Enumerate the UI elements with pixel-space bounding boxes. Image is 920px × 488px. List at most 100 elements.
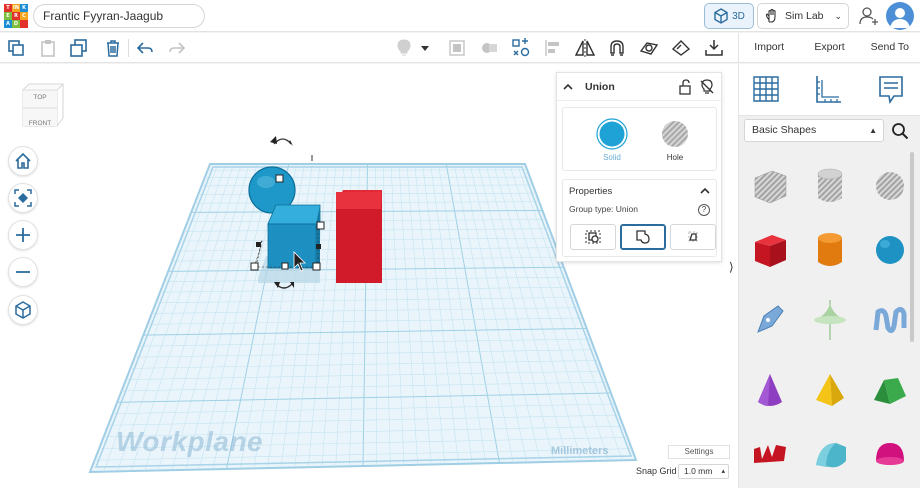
orange-cylinder-icon [818, 233, 842, 266]
import-button[interactable]: Import [739, 33, 799, 62]
workplane-settings-button[interactable]: Settings [668, 445, 730, 459]
units-label: Millimeters [551, 445, 609, 457]
ruler-corner-icon[interactable] [813, 74, 843, 104]
send-to-button[interactable]: Send To [860, 33, 920, 62]
light-bulb-button[interactable] [392, 36, 416, 60]
group-type-label: Group type: Union [569, 204, 638, 214]
user-avatar-icon [890, 8, 910, 28]
perspective-cube-icon [15, 301, 31, 319]
actions-bar: Import Export Send To [738, 33, 920, 63]
merge-shapes-icon [585, 230, 601, 244]
shape-search-button[interactable] [887, 119, 913, 142]
perspective-button[interactable] [8, 295, 38, 325]
shape-category-value: Basic Shapes [752, 124, 817, 136]
redo-button[interactable] [165, 36, 189, 60]
box-hole-icon [754, 170, 787, 204]
group-type-shape-button[interactable] [670, 224, 716, 250]
workplane-tool-button[interactable] [637, 36, 661, 60]
zoom-out-button[interactable] [8, 257, 38, 287]
group-type-union-button[interactable] [620, 224, 666, 250]
cone-shape[interactable] [746, 362, 794, 418]
text-shape[interactable] [866, 292, 914, 348]
roof-shape[interactable] [866, 362, 914, 418]
home-view-button[interactable] [8, 146, 38, 176]
viewcube-front-label: FRONT [29, 120, 51, 127]
delete-button[interactable] [101, 36, 125, 60]
light-dropdown[interactable] [418, 36, 432, 60]
ungroup-icon [482, 43, 497, 53]
cube-icon [714, 8, 728, 24]
teal-half-cylinder-icon [816, 443, 846, 468]
blue-sphere-icon [876, 236, 904, 264]
export-button[interactable]: Export [799, 33, 859, 62]
snap-grid-value: 1.0 mm [684, 466, 713, 476]
snap-grid-select[interactable]: 1.0 mm ▴ [678, 464, 729, 479]
avatar[interactable] [886, 2, 914, 30]
zoom-in-button[interactable] [8, 220, 38, 250]
help-icon[interactable]: ? [698, 204, 710, 216]
fit-view-button[interactable] [8, 183, 38, 213]
box-hole-shape[interactable] [746, 158, 794, 214]
view-cube[interactable]: TOP FRONT [20, 82, 66, 132]
mirror-icon [575, 39, 595, 57]
group-type-row: Group type: Union ? [563, 202, 716, 218]
red-box-shape[interactable] [336, 190, 382, 283]
cylinder-shape[interactable] [806, 222, 854, 278]
grid-icon[interactable] [751, 74, 781, 104]
undo-button[interactable] [133, 36, 157, 60]
magnet-button[interactable] [605, 36, 629, 60]
sphere-shape-tile[interactable] [866, 222, 914, 278]
properties-header[interactable]: Properties [563, 180, 716, 202]
edit-toolbar [0, 33, 738, 63]
project-title-field[interactable]: Frantic Fyyran-Jaagub [33, 4, 205, 28]
duplicate-button[interactable] [67, 36, 91, 60]
rotate-handle-top[interactable] [270, 136, 293, 146]
mirror-button[interactable] [573, 36, 597, 60]
chevron-up-icon[interactable] [700, 186, 710, 196]
sphere-hole-shape[interactable] [866, 158, 914, 214]
ruler-button[interactable] [669, 36, 693, 60]
add-user-icon[interactable] [858, 5, 880, 27]
cruise-button[interactable] [509, 36, 533, 60]
text-3d-shape[interactable] [746, 426, 794, 482]
hide-light-icon[interactable] [699, 78, 715, 95]
sim-lab-dropdown[interactable]: Sim Lab ⌄ [757, 3, 849, 29]
chevron-up-icon[interactable] [563, 82, 573, 92]
export-tool-button[interactable] [702, 36, 726, 60]
unlock-icon[interactable] [677, 78, 693, 95]
group-button[interactable] [445, 36, 469, 60]
align-button[interactable] [541, 36, 565, 60]
scribble-shape[interactable] [746, 292, 794, 348]
cylinder-hole-shape[interactable] [806, 158, 854, 214]
box-shape[interactable] [746, 222, 794, 278]
group-type-merge-button[interactable] [570, 224, 616, 250]
green-roof-icon [874, 378, 906, 404]
sphere-hole-icon [876, 172, 904, 200]
library-scrollbar[interactable] [910, 152, 914, 342]
ungroup-button[interactable] [477, 36, 501, 60]
solid-option[interactable]: Solid [592, 118, 632, 162]
light-bulb-icon [397, 39, 411, 56]
trash-icon [107, 40, 119, 57]
paste-button[interactable] [36, 36, 60, 60]
hole-option[interactable]: Hole [655, 118, 695, 162]
view-3d-button[interactable]: 3D [704, 3, 754, 29]
tinkercad-app: T IN K E R C A D Frantic Fyyran-Jaagub 3… [0, 0, 920, 488]
copy-button[interactable] [4, 36, 28, 60]
redo-icon [169, 42, 186, 54]
half-cylinder-shape[interactable] [806, 426, 854, 482]
panel-mode-tabs [739, 64, 920, 116]
shape-category-select[interactable]: Basic Shapes ▲ [744, 119, 884, 142]
paraboloid-shape[interactable] [806, 292, 854, 348]
hand-icon [765, 8, 776, 23]
undo-icon [136, 42, 153, 54]
tinkercad-logo[interactable]: T IN K E R C A D [4, 4, 28, 28]
union-shapes-icon [636, 230, 650, 244]
notes-icon[interactable] [876, 74, 906, 104]
solid-hole-toggle: Solid Hole [562, 107, 717, 171]
pyramid-shape[interactable] [806, 362, 854, 418]
solid-label: Solid [603, 153, 621, 162]
spinner-icon [814, 300, 846, 340]
half-sphere-shape[interactable] [866, 426, 914, 482]
collapse-panel-toggle[interactable]: ⟩ [729, 260, 738, 290]
